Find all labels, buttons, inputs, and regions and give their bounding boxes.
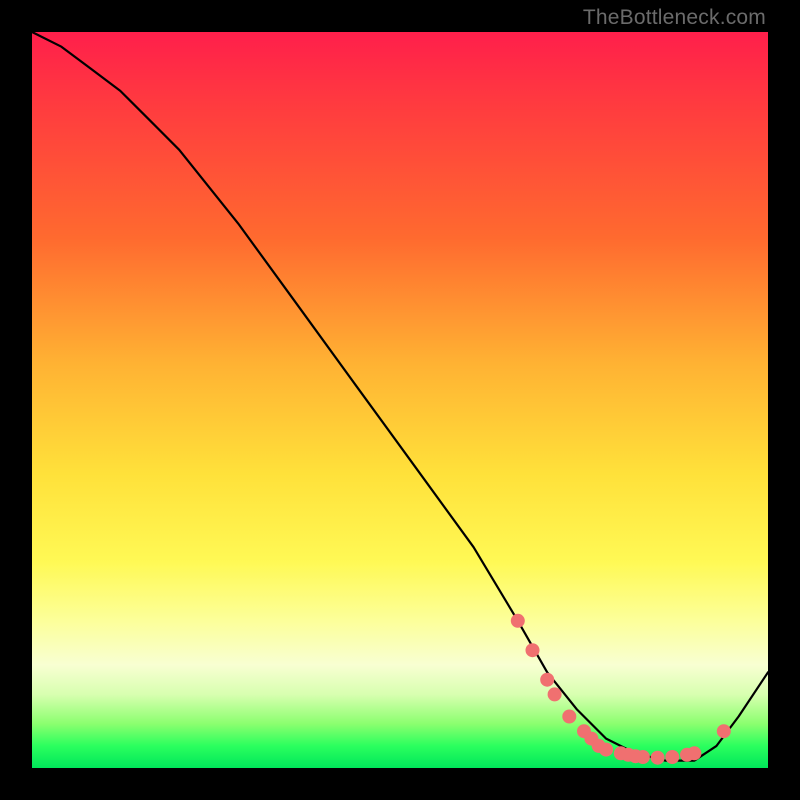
marker-point — [717, 724, 731, 738]
plot-area — [32, 32, 768, 768]
marker-point — [548, 687, 562, 701]
bottleneck-curve — [32, 32, 768, 761]
marker-point — [540, 673, 554, 687]
marker-point — [665, 750, 679, 764]
marker-cluster — [511, 614, 731, 765]
marker-point — [511, 614, 525, 628]
chart-container: TheBottleneck.com — [0, 0, 800, 800]
marker-point — [526, 643, 540, 657]
watermark-label: TheBottleneck.com — [583, 6, 766, 30]
curve-svg — [32, 32, 768, 768]
marker-point — [636, 750, 650, 764]
marker-point — [651, 751, 665, 765]
marker-point — [687, 746, 701, 760]
marker-point — [562, 710, 576, 724]
marker-point — [599, 743, 613, 757]
